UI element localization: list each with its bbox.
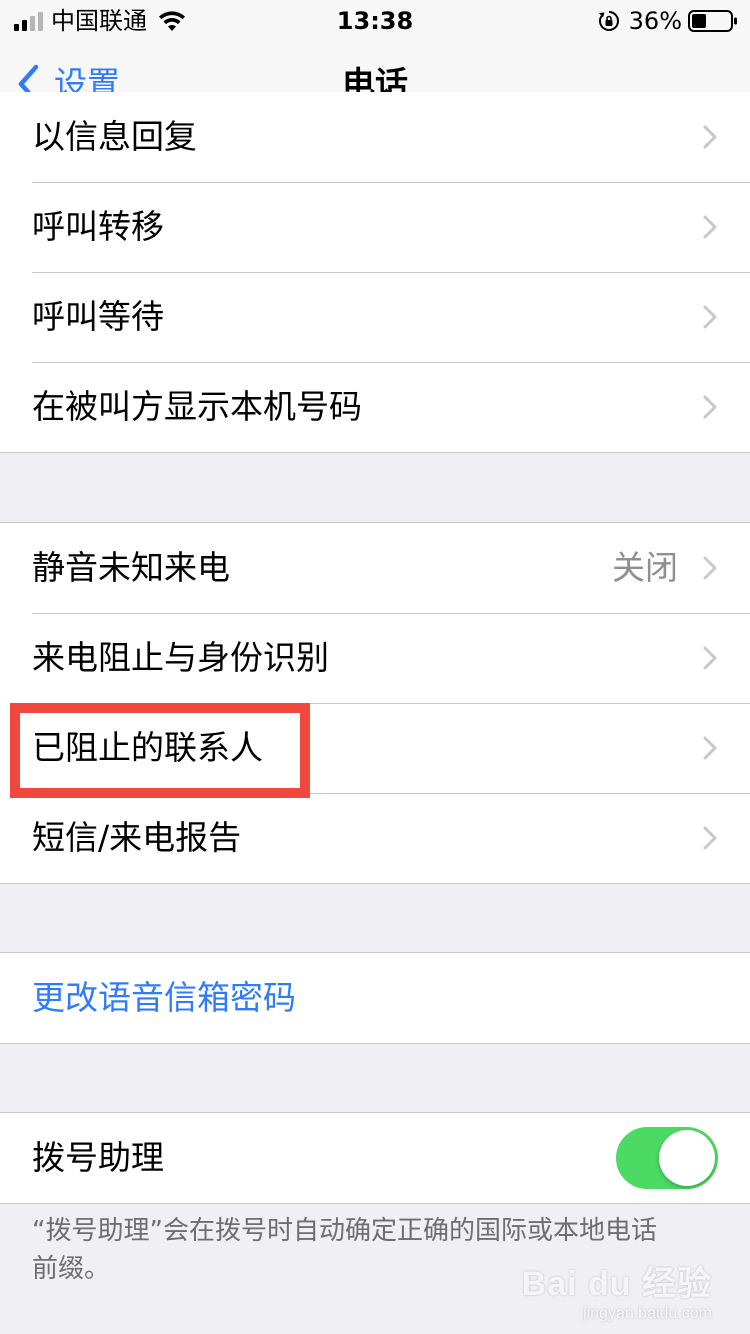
dial-assist-toggle[interactable] — [616, 1127, 718, 1189]
change-voicemail-password-label: 更改语音信箱密码 — [32, 978, 296, 1017]
dial-assist-label: 拨号助理 — [32, 1138, 164, 1177]
list-item-reply-with-message[interactable]: 以信息回复 — [0, 92, 750, 182]
list-item-call-forwarding[interactable]: 呼叫转移 — [0, 182, 750, 272]
list-item-label: 静音未知来电 — [32, 548, 230, 587]
list-item-label: 已阻止的联系人 — [32, 728, 263, 767]
list-item-label: 以信息回复 — [32, 117, 197, 156]
change-voicemail-password-button[interactable]: 更改语音信箱密码 — [0, 953, 750, 1043]
list-item-dial-assist: 拨号助理 — [0, 1113, 750, 1203]
list-item-blocked-contacts[interactable]: 已阻止的联系人 — [0, 703, 750, 793]
voicemail-group: 更改语音信箱密码 — [0, 952, 750, 1044]
list-item-silence-unknown-callers[interactable]: 静音未知来电 关闭 — [0, 523, 750, 613]
chevron-right-icon — [703, 736, 717, 760]
watermark-main: Bai du 经验 — [521, 1265, 712, 1303]
list-item-label: 在被叫方显示本机号码 — [32, 387, 362, 426]
list-item-value: 关闭 — [612, 548, 678, 587]
chevron-right-icon — [703, 215, 717, 239]
list-item-call-waiting[interactable]: 呼叫等待 — [0, 272, 750, 362]
list-item-show-caller-id[interactable]: 在被叫方显示本机号码 — [0, 362, 750, 452]
battery-percent: 36% — [628, 7, 682, 35]
list-item-label: 呼叫等待 — [32, 297, 164, 336]
toggle-knob — [659, 1130, 715, 1186]
chevron-right-icon — [703, 305, 717, 329]
list-item-call-blocking-identification[interactable]: 来电阻止与身份识别 — [0, 613, 750, 703]
status-bar: 中国联通 13:38 36% — [0, 0, 750, 40]
dial-assist-group: 拨号助理 — [0, 1112, 750, 1204]
call-settings-group: 以信息回复 呼叫转移 呼叫等待 在被叫方显示本机号码 — [0, 92, 750, 453]
blocking-group: 静音未知来电 关闭 来电阻止与身份识别 已阻止的联系人 短信/来电报告 — [0, 522, 750, 884]
chevron-right-icon — [703, 395, 717, 419]
list-item-label: 短信/来电报告 — [32, 818, 242, 857]
watermark-sub: jingyan.baidu.com — [583, 1305, 712, 1322]
status-right: 36% — [597, 6, 738, 36]
chevron-right-icon — [703, 826, 717, 850]
list-item-label: 呼叫转移 — [32, 207, 164, 246]
list-item-label: 来电阻止与身份识别 — [32, 638, 329, 677]
orientation-lock-icon — [598, 11, 619, 31]
baidu-watermark: Bai du 经验 jingyan.baidu.com — [522, 1256, 712, 1323]
list-item-sms-call-reporting[interactable]: 短信/来电报告 — [0, 793, 750, 883]
battery-icon — [688, 10, 737, 32]
chevron-right-icon — [703, 125, 717, 149]
chevron-right-icon — [703, 646, 717, 670]
chevron-right-icon — [703, 556, 717, 580]
